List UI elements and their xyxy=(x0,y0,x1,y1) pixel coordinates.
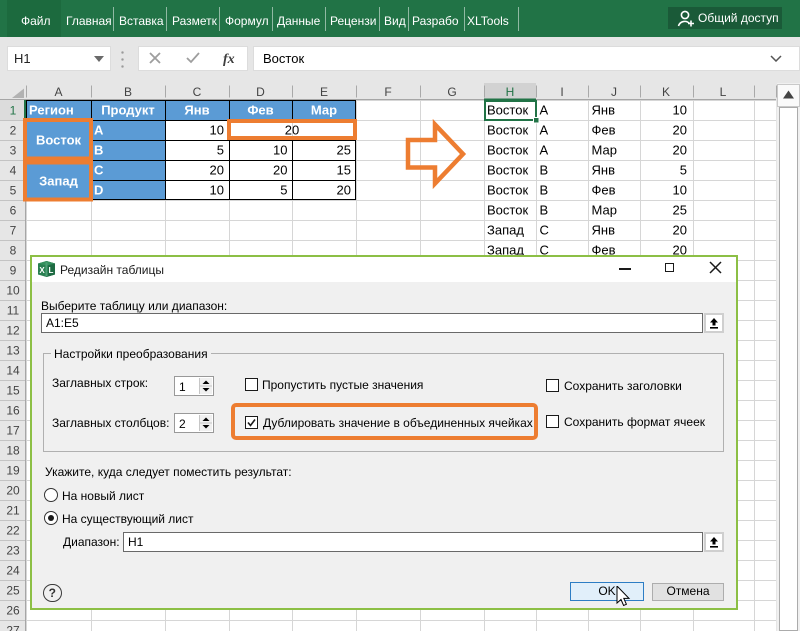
svg-text:15: 15 xyxy=(337,163,351,178)
svg-text:4: 4 xyxy=(10,164,17,178)
svg-text:16: 16 xyxy=(6,404,20,418)
svg-text:5: 5 xyxy=(680,163,687,178)
svg-text:H: H xyxy=(506,85,515,99)
svg-text:B: B xyxy=(540,203,549,218)
svg-text:18: 18 xyxy=(6,444,20,458)
svg-text:Янв: Янв xyxy=(184,103,209,118)
svg-text:Продукт: Продукт xyxy=(101,103,155,118)
svg-text:Мар: Мар xyxy=(311,103,337,118)
svg-text:B: B xyxy=(540,163,549,178)
svg-text:Мар: Мар xyxy=(592,143,617,158)
svg-text:Фев: Фев xyxy=(592,183,616,198)
svg-text:23: 23 xyxy=(6,544,20,558)
svg-text:Запад: Запад xyxy=(39,174,78,189)
svg-text:2: 2 xyxy=(10,124,17,138)
svg-text:L: L xyxy=(49,266,54,275)
svg-text:20: 20 xyxy=(673,123,687,138)
svg-text:G: G xyxy=(447,85,456,99)
svg-text:Восток: Восток xyxy=(487,143,528,158)
svg-text:6: 6 xyxy=(10,204,17,218)
svg-text:12: 12 xyxy=(6,324,20,338)
svg-text:20: 20 xyxy=(673,223,687,238)
svg-text:10: 10 xyxy=(673,103,687,118)
svg-text:3: 3 xyxy=(10,144,17,158)
svg-text:Фев: Фев xyxy=(592,123,616,138)
svg-text:J: J xyxy=(611,85,617,99)
svg-text:20: 20 xyxy=(285,123,299,138)
svg-text:24: 24 xyxy=(6,564,20,578)
svg-text:25: 25 xyxy=(6,584,20,598)
svg-text:B: B xyxy=(124,85,132,99)
svg-text:C: C xyxy=(193,85,202,99)
svg-text:Восток: Восток xyxy=(36,133,82,148)
svg-text:20: 20 xyxy=(337,183,351,198)
svg-text:14: 14 xyxy=(6,364,20,378)
svg-text:Запад: Запад xyxy=(487,223,524,238)
svg-text:22: 22 xyxy=(6,524,20,538)
svg-text:Мар: Мар xyxy=(592,203,617,218)
svg-text:I: I xyxy=(560,85,563,99)
svg-text:10: 10 xyxy=(273,143,287,158)
svg-text:Янв: Янв xyxy=(592,163,616,178)
svg-text:Регион: Регион xyxy=(29,103,74,118)
svg-text:Фев: Фев xyxy=(247,103,273,118)
svg-text:5: 5 xyxy=(10,184,17,198)
svg-text:E: E xyxy=(320,85,328,99)
svg-text:X: X xyxy=(39,266,45,275)
svg-text:Янв: Янв xyxy=(592,223,616,238)
svg-text:Восток: Восток xyxy=(487,103,528,118)
svg-text:1: 1 xyxy=(10,104,17,118)
svg-text:20: 20 xyxy=(273,163,287,178)
svg-text:21: 21 xyxy=(6,504,20,518)
svg-text:10: 10 xyxy=(673,183,687,198)
svg-text:7: 7 xyxy=(10,224,17,238)
svg-text:15: 15 xyxy=(6,384,20,398)
svg-text:20: 20 xyxy=(673,143,687,158)
svg-text:27: 27 xyxy=(6,624,20,631)
svg-text:13: 13 xyxy=(6,344,20,358)
svg-text:10: 10 xyxy=(6,284,20,298)
svg-text:20: 20 xyxy=(210,163,224,178)
svg-text:A: A xyxy=(540,143,549,158)
svg-text:17: 17 xyxy=(6,424,20,438)
svg-text:B: B xyxy=(94,143,103,158)
svg-text:Восток: Восток xyxy=(487,123,528,138)
svg-text:11: 11 xyxy=(7,304,20,318)
svg-text:Янв: Янв xyxy=(592,103,616,118)
svg-text:20: 20 xyxy=(6,484,20,498)
svg-text:C: C xyxy=(94,163,104,178)
svg-text:A: A xyxy=(54,85,62,99)
svg-text:Восток: Восток xyxy=(487,203,528,218)
svg-text:fx: fx xyxy=(223,52,235,67)
svg-text:5: 5 xyxy=(280,183,287,198)
svg-text:8: 8 xyxy=(10,244,17,258)
svg-text:C: C xyxy=(540,223,549,238)
svg-text:26: 26 xyxy=(6,604,20,618)
svg-text:9: 9 xyxy=(10,264,17,278)
svg-text:K: K xyxy=(662,85,670,99)
svg-text:A: A xyxy=(540,123,549,138)
svg-text:Восток: Восток xyxy=(487,163,528,178)
svg-text:L: L xyxy=(720,85,727,99)
svg-text:B: B xyxy=(540,183,549,198)
svg-text:D: D xyxy=(256,85,265,99)
svg-text:D: D xyxy=(94,183,103,198)
svg-text:25: 25 xyxy=(673,203,687,218)
svg-text:F: F xyxy=(384,85,391,99)
svg-text:Восток: Восток xyxy=(487,183,528,198)
svg-text:10: 10 xyxy=(210,183,224,198)
svg-text:25: 25 xyxy=(337,143,351,158)
svg-text:A: A xyxy=(540,103,549,118)
svg-text:10: 10 xyxy=(210,123,224,138)
svg-text:5: 5 xyxy=(217,143,224,158)
svg-text:19: 19 xyxy=(6,464,20,478)
svg-text:A: A xyxy=(94,123,104,138)
